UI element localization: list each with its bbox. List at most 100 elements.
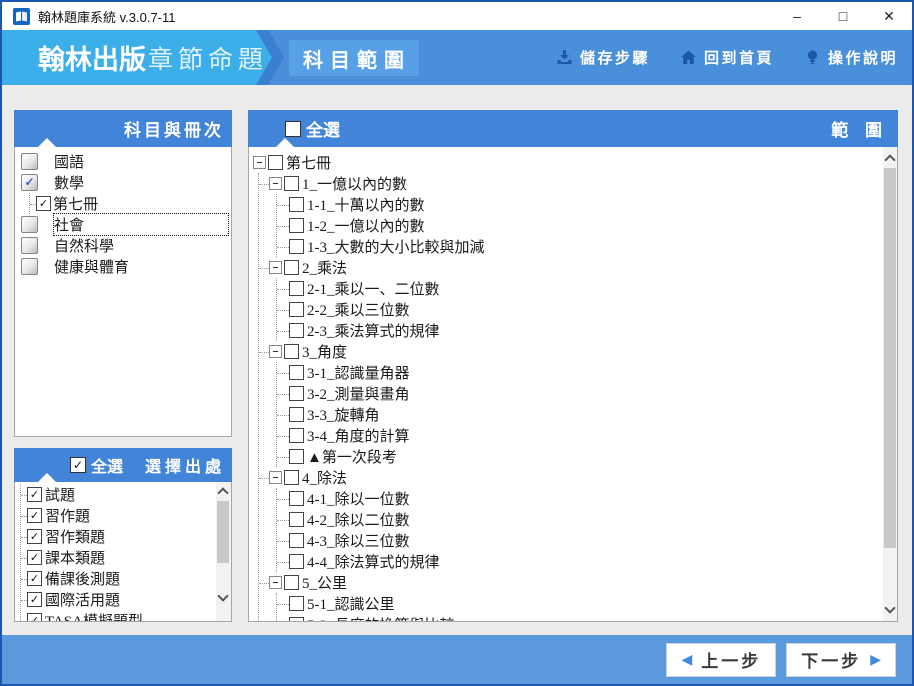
source-row[interactable]: ✓ 習作類題 <box>21 526 216 547</box>
source-label[interactable]: 備課後測題 <box>45 568 120 589</box>
subject-checkbox[interactable] <box>21 258 38 275</box>
tree-checkbox[interactable] <box>289 323 304 338</box>
subject-label[interactable]: 國語 <box>54 151 84 172</box>
tree-label[interactable]: 3-2_測量與畫角 <box>307 383 410 404</box>
tree-label[interactable]: 5-2_長度的換算與比較 <box>307 614 455 621</box>
tree-volume-row[interactable]: 第七冊 <box>249 152 883 173</box>
tree-label[interactable]: 4-1_除以一位數 <box>307 488 410 509</box>
tree-label[interactable]: 2-2_乘以三位數 <box>307 299 410 320</box>
source-row[interactable]: ✓ 習作題 <box>21 505 216 526</box>
tree-label[interactable]: 5-1_認識公里 <box>307 593 395 614</box>
tree-label[interactable]: 1-1_十萬以內的數 <box>307 194 425 215</box>
tree-chapter-row[interactable]: 3_角度 <box>259 341 883 362</box>
scrollbar-thumb[interactable] <box>217 501 229 563</box>
close-button[interactable]: ✕ <box>866 2 912 30</box>
source-checkbox[interactable]: ✓ <box>27 529 42 544</box>
source-checkbox[interactable]: ✓ <box>27 613 42 621</box>
tree-checkbox[interactable] <box>289 449 304 464</box>
subject-checkbox[interactable]: ✓ <box>21 174 38 191</box>
subject-row[interactable]: ✓ 第七冊 <box>30 193 231 214</box>
tree-chapter-row[interactable]: 2_乘法 <box>259 257 883 278</box>
volume-checkbox[interactable]: ✓ <box>36 196 51 211</box>
home-button[interactable]: 回到首頁 <box>680 47 774 68</box>
tree-section-row[interactable]: 5-2_長度的換算與比較 <box>277 614 883 621</box>
tree-section-row[interactable]: ▲第一次段考 <box>277 446 883 467</box>
tree-label[interactable]: 3-1_認識量角器 <box>307 362 410 383</box>
tree-section-row[interactable]: 1-1_十萬以內的數 <box>277 194 883 215</box>
collapse-toggle-icon[interactable] <box>269 576 282 589</box>
tree-section-row[interactable]: 4-1_除以一位數 <box>277 488 883 509</box>
source-checkbox[interactable]: ✓ <box>27 487 42 502</box>
tree-section-row[interactable]: 3-1_認識量角器 <box>277 362 883 383</box>
source-label[interactable]: 課本類題 <box>45 547 105 568</box>
subject-row[interactable]: 自然科學 <box>15 235 231 256</box>
tree-label[interactable]: 2-1_乘以一、二位數 <box>307 278 440 299</box>
tree-section-row[interactable]: 3-3_旋轉角 <box>277 404 883 425</box>
collapse-toggle-icon[interactable] <box>269 345 282 358</box>
tree-label[interactable]: 第七冊 <box>286 152 331 173</box>
sources-select-all-label[interactable]: 全選 <box>91 453 123 477</box>
tree-section-row[interactable]: 4-3_除以三位數 <box>277 530 883 551</box>
tree-label[interactable]: 1-2_一億以內的數 <box>307 215 425 236</box>
subject-row[interactable]: 國語 <box>15 151 231 172</box>
tree-label[interactable]: 5_公里 <box>302 572 347 593</box>
source-row[interactable]: ✓ 試題 <box>21 484 216 505</box>
tree-checkbox[interactable] <box>284 575 299 590</box>
tree-checkbox[interactable] <box>289 302 304 317</box>
tree-checkbox[interactable] <box>289 365 304 380</box>
tree-section-row[interactable]: 4-2_除以二位數 <box>277 509 883 530</box>
subject-checkbox[interactable] <box>21 237 38 254</box>
tree-label[interactable]: ▲第一次段考 <box>307 446 397 467</box>
tree-checkbox[interactable] <box>289 617 304 621</box>
tree-section-row[interactable]: 2-3_乘法算式的規律 <box>277 320 883 341</box>
scroll-up-arrow[interactable] <box>216 484 230 499</box>
collapse-toggle-icon[interactable] <box>269 177 282 190</box>
tree-label[interactable]: 2-3_乘法算式的規律 <box>307 320 440 341</box>
tree-label[interactable]: 1_一億以內的數 <box>302 173 407 194</box>
tree-checkbox[interactable] <box>284 176 299 191</box>
source-row[interactable]: ✓ TASA模擬題型 <box>21 610 216 621</box>
collapse-toggle-icon[interactable] <box>269 261 282 274</box>
source-row[interactable]: ✓ 課本類題 <box>21 547 216 568</box>
sources-scrollbar[interactable] <box>216 482 231 621</box>
source-label[interactable]: 習作類題 <box>45 526 105 547</box>
tree-label[interactable]: 3-4_角度的計算 <box>307 425 410 446</box>
source-row[interactable]: ✓ 備課後測題 <box>21 568 216 589</box>
volume-label[interactable]: 第七冊 <box>53 193 98 214</box>
subject-checkbox[interactable] <box>21 153 38 170</box>
source-label[interactable]: TASA模擬題型 <box>45 610 143 621</box>
subject-label[interactable]: 健康與體育 <box>54 256 129 277</box>
tree-section-row[interactable]: 2-1_乘以一、二位數 <box>277 278 883 299</box>
tree-label[interactable]: 3_角度 <box>302 341 347 362</box>
scroll-up-arrow[interactable] <box>883 151 897 166</box>
tree-label[interactable]: 2_乘法 <box>302 257 347 278</box>
scroll-down-arrow[interactable] <box>883 602 897 617</box>
source-checkbox[interactable]: ✓ <box>27 571 42 586</box>
source-checkbox[interactable]: ✓ <box>27 508 42 523</box>
tree-checkbox[interactable] <box>289 239 304 254</box>
scroll-down-arrow[interactable] <box>216 590 230 605</box>
tree-section-row[interactable]: 3-2_測量與畫角 <box>277 383 883 404</box>
tree-checkbox[interactable] <box>289 554 304 569</box>
tree-section-row[interactable]: 4-4_除法算式的規律 <box>277 551 883 572</box>
subject-label[interactable]: 自然科學 <box>54 235 114 256</box>
tree-checkbox[interactable] <box>289 491 304 506</box>
source-checkbox[interactable]: ✓ <box>27 592 42 607</box>
tree-checkbox[interactable] <box>289 596 304 611</box>
subject-row[interactable]: 社會 <box>15 213 231 236</box>
subject-row[interactable]: ✓ 數學 <box>15 172 231 193</box>
tree-checkbox[interactable] <box>284 260 299 275</box>
tree-section-row[interactable]: 3-4_角度的計算 <box>277 425 883 446</box>
tree-checkbox[interactable] <box>289 197 304 212</box>
subject-row[interactable]: 健康與體育 <box>15 256 231 277</box>
collapse-toggle-icon[interactable] <box>253 156 266 169</box>
subject-checkbox[interactable] <box>21 216 38 233</box>
scrollbar-thumb[interactable] <box>884 168 896 548</box>
tree-checkbox[interactable] <box>268 155 283 170</box>
source-label[interactable]: 習作題 <box>45 505 90 526</box>
tree-label[interactable]: 4-3_除以三位數 <box>307 530 410 551</box>
collapse-toggle-icon[interactable] <box>269 471 282 484</box>
source-checkbox[interactable]: ✓ <box>27 550 42 565</box>
tree-label[interactable]: 4-2_除以二位數 <box>307 509 410 530</box>
previous-step-button[interactable]: ◀ 上一步 <box>666 642 777 677</box>
